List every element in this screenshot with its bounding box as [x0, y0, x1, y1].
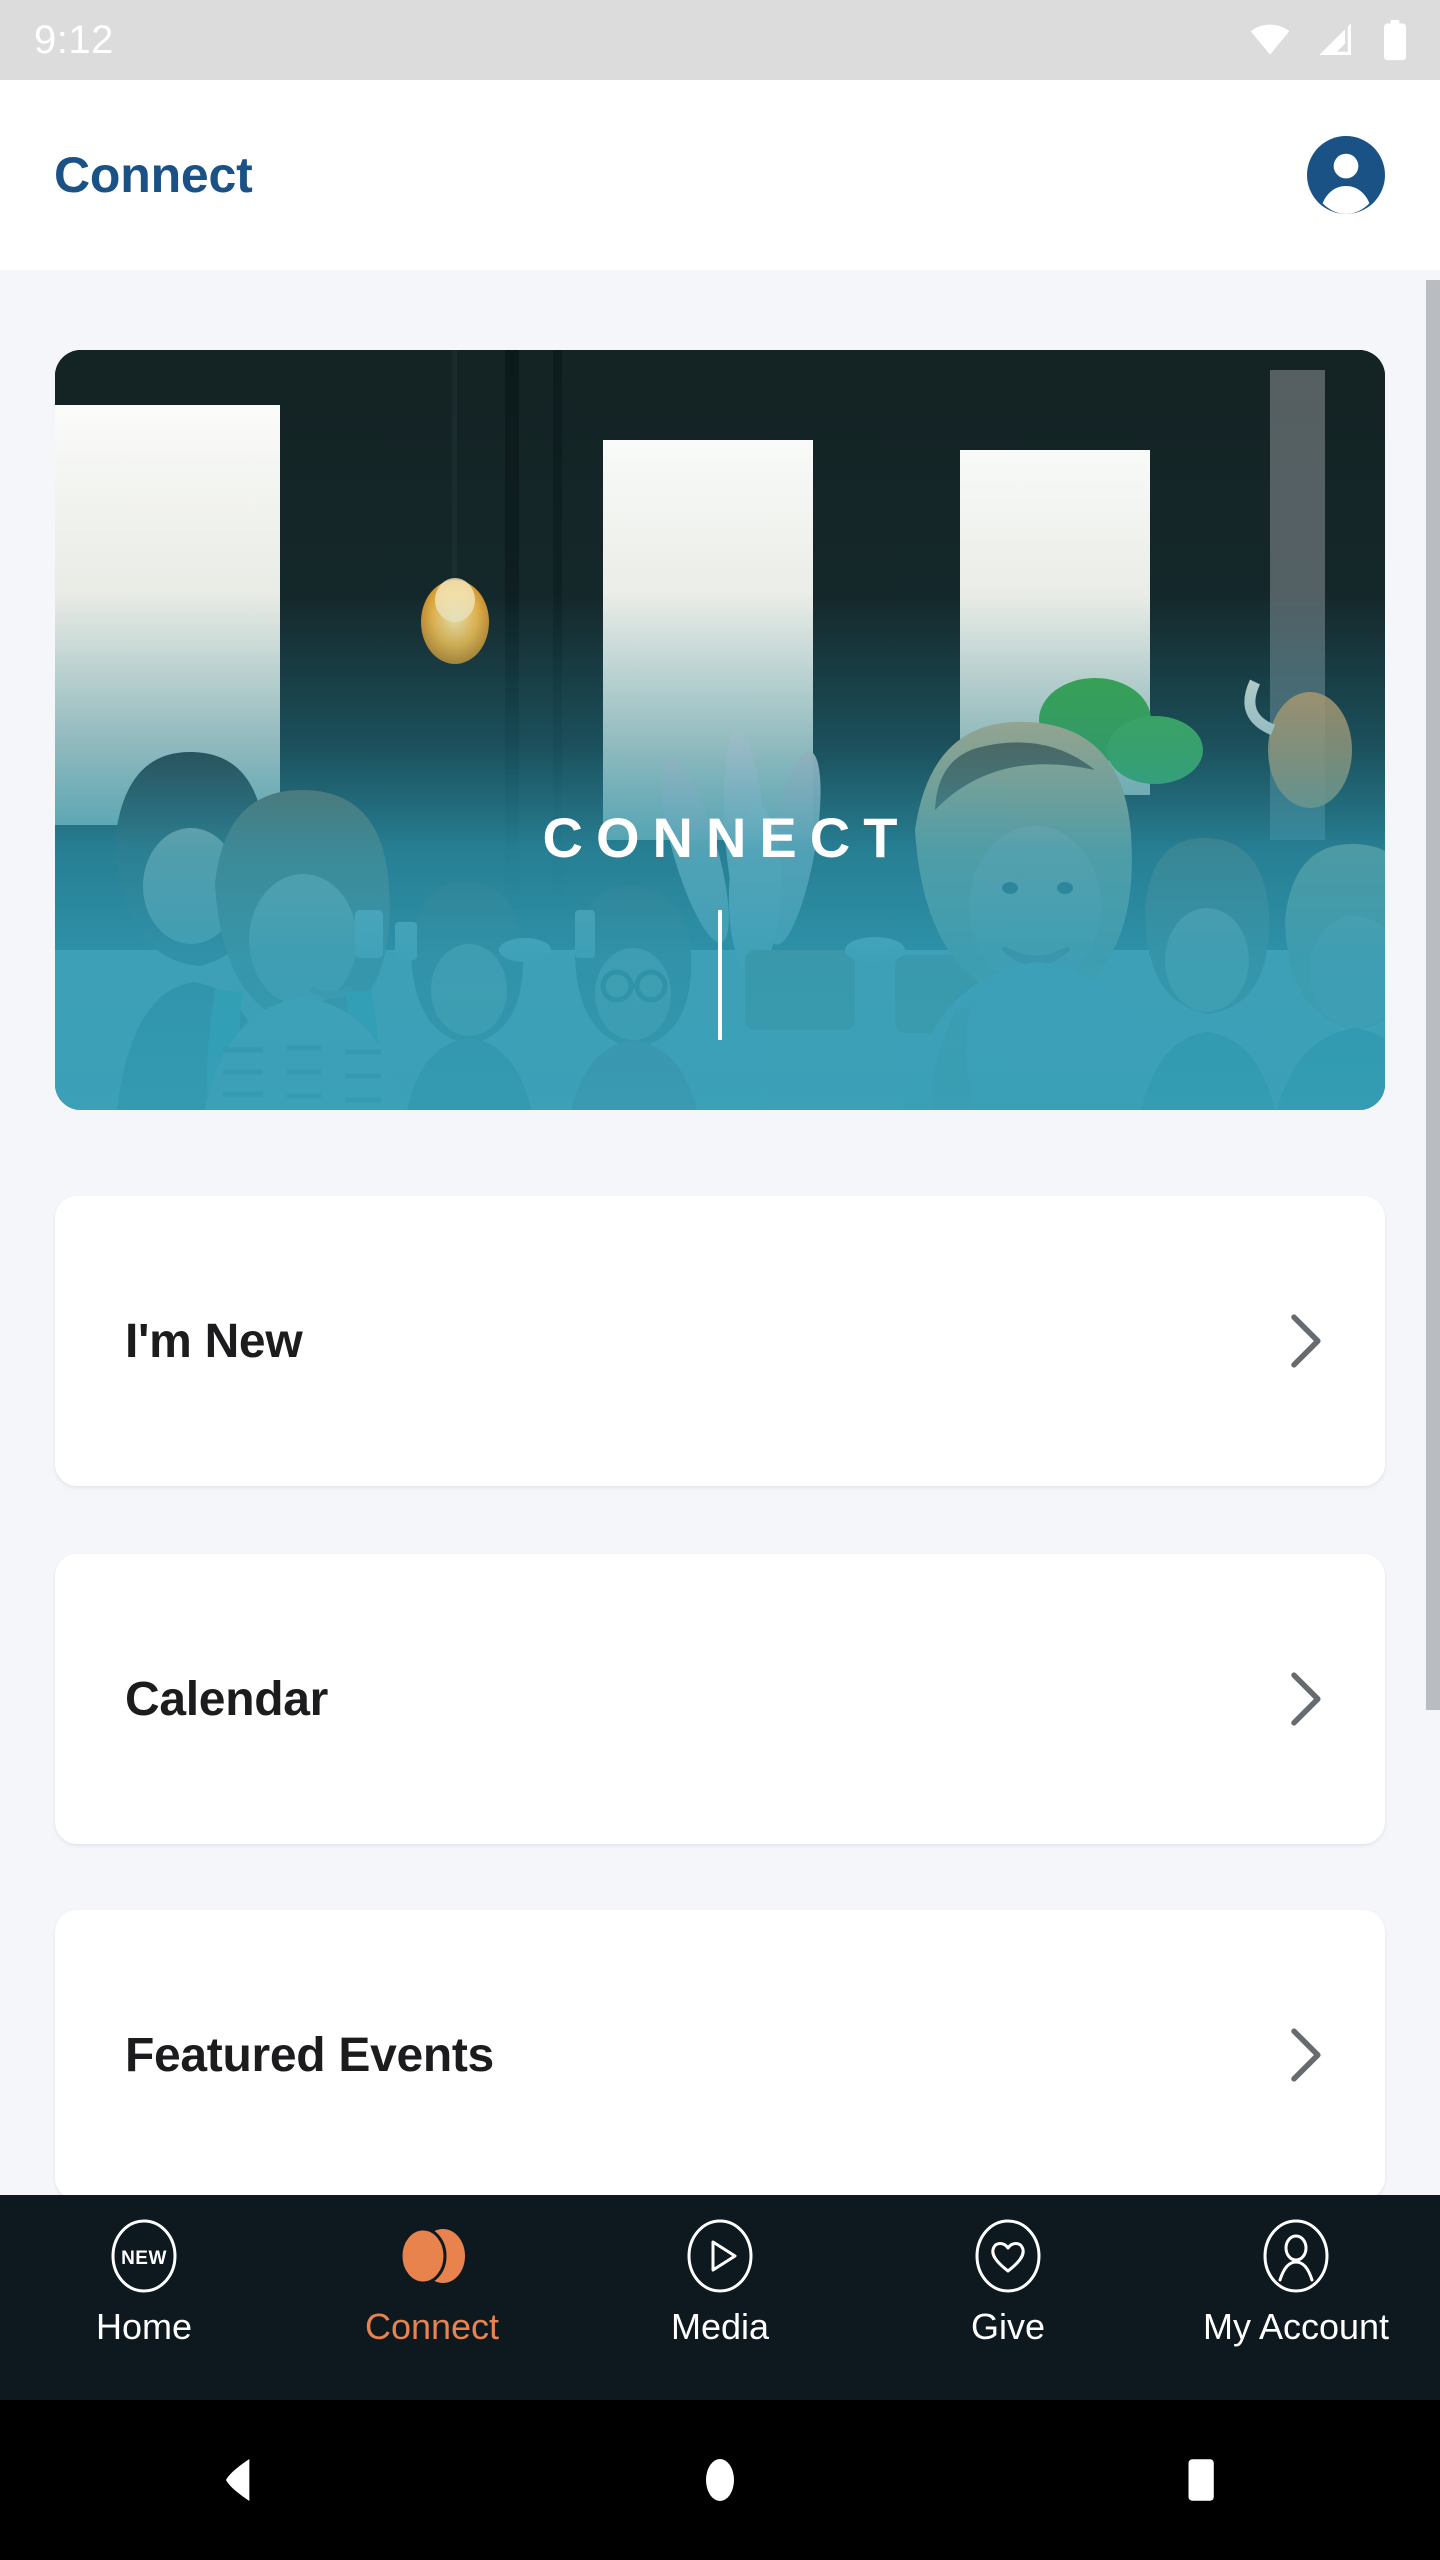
- hero-caption: CONNECT: [542, 806, 911, 869]
- app-header: Connect: [0, 80, 1440, 270]
- wifi-icon: [1250, 24, 1290, 55]
- tab-label: My Account: [1202, 2306, 1390, 2347]
- tab-label: Connect: [364, 2306, 500, 2347]
- tab-label: Give: [970, 2306, 1046, 2347]
- status-bar: 9:12: [0, 0, 1440, 80]
- tab-my-account[interactable]: My Account: [1152, 2217, 1440, 2345]
- menu-card-im-new[interactable]: I'm New: [55, 1196, 1385, 1486]
- status-bar-icons: [1248, 18, 1410, 62]
- tab-label: Home: [95, 2306, 193, 2347]
- menu-card-label: Calendar: [125, 1672, 329, 1726]
- square-icon: [1188, 2459, 1214, 2501]
- account-avatar-icon[interactable]: [1307, 136, 1385, 214]
- new-badge-circle-icon: NEW: [109, 2217, 179, 2295]
- scrollbar-thumb[interactable]: [1426, 280, 1440, 1710]
- status-bar-clock: 9:12: [34, 18, 114, 62]
- circle-icon: [706, 2459, 734, 2501]
- hero-divider-line: [718, 910, 722, 1040]
- cellular-signal-icon: [1319, 23, 1351, 55]
- phone-screen: 9:12 Connect CONNECT I'm New Calendar Fe…: [0, 0, 1440, 2560]
- tab-connect[interactable]: Connect: [288, 2217, 576, 2345]
- scrollbar-track[interactable]: [1426, 270, 1440, 2195]
- bottom-tab-bar: NEW Home Connect Media Give My Account: [0, 2195, 1440, 2400]
- tab-home[interactable]: NEW Home: [0, 2217, 288, 2345]
- hero-banner[interactable]: CONNECT: [55, 350, 1385, 1110]
- battery-icon: [1384, 19, 1406, 61]
- recents-button[interactable]: [1155, 2435, 1245, 2525]
- svg-text:NEW: NEW: [121, 2248, 167, 2269]
- tab-media[interactable]: Media: [576, 2217, 864, 2345]
- heart-circle-icon: [973, 2217, 1043, 2295]
- tab-give[interactable]: Give: [864, 2217, 1152, 2345]
- chevron-right-icon: [1291, 2028, 1321, 2082]
- page-title: Connect: [54, 147, 253, 203]
- menu-card-featured-events[interactable]: Featured Events: [55, 1910, 1385, 2195]
- system-navigation-bar: [0, 2400, 1440, 2560]
- menu-card-calendar[interactable]: Calendar: [55, 1554, 1385, 1844]
- menu-card-label: Featured Events: [125, 2028, 494, 2082]
- person-circle-icon: [1261, 2217, 1331, 2295]
- tab-label: Media: [670, 2306, 770, 2347]
- chevron-right-icon: [1291, 1314, 1321, 1368]
- overlapping-circles-icon: [393, 2217, 471, 2295]
- triangle-left-icon: [226, 2459, 250, 2501]
- chevron-right-icon: [1291, 1672, 1321, 1726]
- home-button[interactable]: [675, 2435, 765, 2525]
- scroll-container[interactable]: CONNECT I'm New Calendar Featured Events: [0, 270, 1440, 2195]
- back-button[interactable]: [195, 2435, 285, 2525]
- play-circle-icon: [685, 2217, 755, 2295]
- menu-card-label: I'm New: [125, 1314, 303, 1368]
